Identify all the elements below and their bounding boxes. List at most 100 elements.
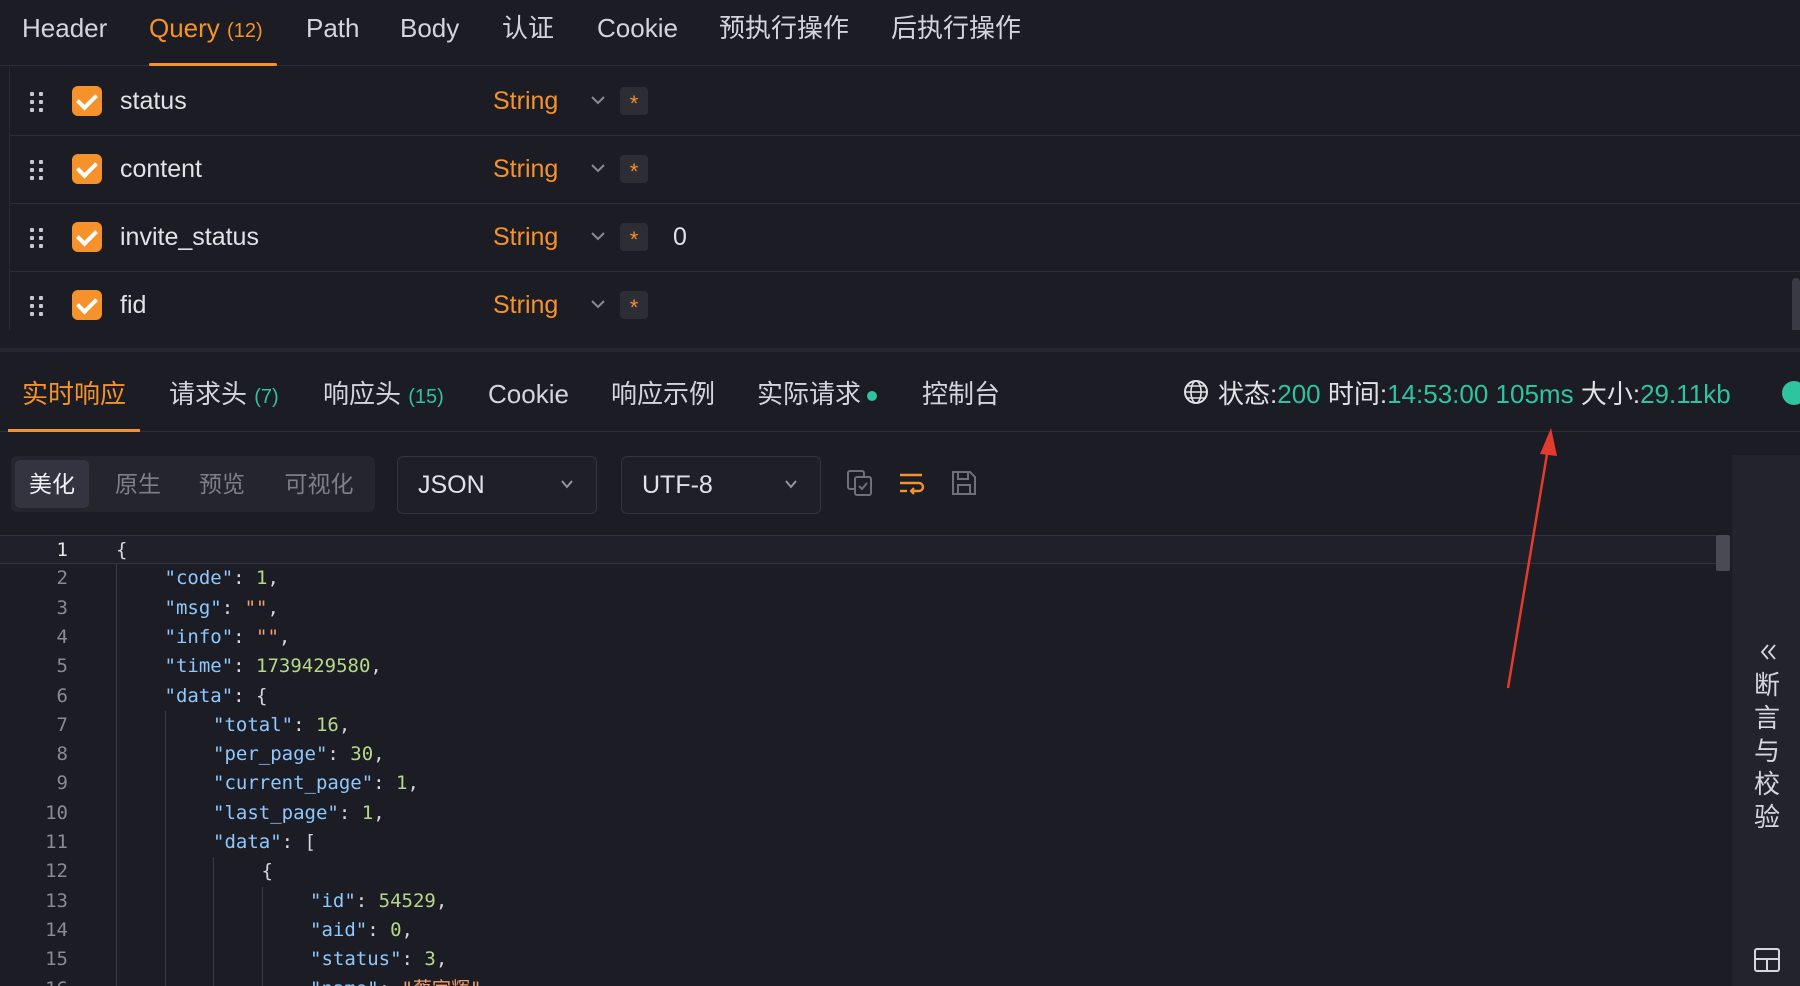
tab-realtime-label: 实时响应 xyxy=(22,379,127,409)
tab-query[interactable]: Query (12) xyxy=(149,0,277,66)
tab-post-exec-label: 后执行操作 xyxy=(891,13,1022,43)
param-name[interactable]: fid xyxy=(120,272,146,330)
json-key: "current_page" xyxy=(213,772,374,795)
code-text: "time": 1739429580, xyxy=(164,655,382,678)
line-number: 12 xyxy=(45,860,68,883)
param-enabled-checkbox[interactable] xyxy=(72,154,102,184)
line-number: 3 xyxy=(56,596,68,619)
code-text: "last_page": 1, xyxy=(213,801,385,824)
json-value: "蔡宇辉" xyxy=(402,978,482,986)
tab-actual-request-label: 实际请求 xyxy=(757,379,862,409)
chevron-down-icon[interactable] xyxy=(588,158,608,178)
required-toggle[interactable]: * xyxy=(620,291,648,320)
tab-request-headers-label: 请求头 xyxy=(169,379,248,409)
editor-scrollbar[interactable] xyxy=(1716,535,1730,571)
double-chevron-left-icon[interactable] xyxy=(1758,641,1780,663)
tab-header[interactable]: Header xyxy=(22,0,107,66)
param-type[interactable]: String xyxy=(493,204,558,270)
param-row: invite_status String * 0 xyxy=(10,204,1800,272)
param-row: content String * xyxy=(10,136,1800,204)
copy-icon[interactable] xyxy=(845,468,875,498)
param-name[interactable]: content xyxy=(120,136,202,202)
tab-pre-exec-label: 预执行操作 xyxy=(719,13,850,43)
view-visual-button[interactable]: 可视化 xyxy=(269,460,369,508)
indent-guide xyxy=(213,857,214,986)
tab-response-headers-count: (15) xyxy=(408,386,444,408)
chevron-down-icon[interactable] xyxy=(588,90,608,110)
param-row: fid String * xyxy=(10,272,1800,330)
tab-response-headers[interactable]: 响应头 (15) xyxy=(323,352,444,432)
indent-guide xyxy=(116,564,117,986)
drag-handle-icon[interactable] xyxy=(30,228,44,248)
save-icon[interactable] xyxy=(949,468,979,498)
line-number: 7 xyxy=(56,713,68,736)
json-punctuation: , xyxy=(435,889,448,912)
tab-response-cookie[interactable]: Cookie xyxy=(488,352,569,432)
tab-request-headers[interactable]: 请求头 (7) xyxy=(169,352,279,432)
param-type[interactable]: String xyxy=(493,272,558,330)
required-toggle[interactable]: * xyxy=(620,223,648,252)
chevron-down-icon xyxy=(561,480,573,489)
tab-body[interactable]: Body xyxy=(400,0,459,66)
view-raw-button[interactable]: 原生 xyxy=(101,460,175,508)
line-number: 2 xyxy=(56,567,68,590)
indent-guide xyxy=(165,710,166,986)
json-value: 30 xyxy=(350,743,374,766)
json-punctuation: , xyxy=(407,772,419,795)
tab-post-exec[interactable]: 后执行操作 xyxy=(891,0,1021,66)
param-type[interactable]: String xyxy=(493,68,558,134)
word-wrap-icon[interactable] xyxy=(897,468,927,498)
format-select[interactable]: JSON xyxy=(397,456,597,514)
tab-auth[interactable]: 认证 xyxy=(502,0,554,66)
json-key: "per_page" xyxy=(213,743,328,766)
param-enabled-checkbox[interactable] xyxy=(72,222,102,252)
tab-pre-exec[interactable]: 预执行操作 xyxy=(719,0,849,66)
response-status-summary: 状态:200 时间:14:53:00 105ms 大小:29.11kb xyxy=(1218,352,1731,432)
view-preview-button[interactable]: 预览 xyxy=(185,460,259,508)
assertion-panel[interactable]: 断言与校验 xyxy=(1732,455,1800,986)
json-punctuation: , xyxy=(373,743,385,766)
line-number: 10 xyxy=(45,801,68,824)
tab-console[interactable]: 控制台 xyxy=(922,352,1000,432)
drag-handle-icon[interactable] xyxy=(30,92,44,112)
required-toggle[interactable]: * xyxy=(620,155,648,184)
response-code-editor[interactable]: 1{2 "code": 1, 3 "msg": "", 4 "info": "", 5 "ti… xyxy=(0,535,1732,986)
params-scrollbar[interactable] xyxy=(1792,278,1800,330)
tab-body-label: Body xyxy=(400,13,460,43)
tab-header-label: Header xyxy=(22,13,108,43)
chevron-down-icon[interactable] xyxy=(588,294,608,314)
assertion-panel-label[interactable]: 断言与校验 xyxy=(1752,669,1782,834)
param-name[interactable]: invite_status xyxy=(120,204,259,270)
param-enabled-checkbox[interactable] xyxy=(72,86,102,116)
line-number: 4 xyxy=(56,625,68,648)
line-number: 9 xyxy=(56,772,68,795)
json-punctuation: , xyxy=(267,596,279,619)
param-row: status String * xyxy=(10,68,1800,136)
param-name[interactable]: status xyxy=(120,68,187,134)
tab-response-example[interactable]: 响应示例 xyxy=(611,352,715,432)
json-value: 1 xyxy=(396,772,408,795)
drag-handle-icon[interactable] xyxy=(30,296,44,316)
chevron-down-icon[interactable] xyxy=(588,226,608,246)
code-line: 2 "code": 1, xyxy=(0,564,1718,593)
tab-cookie[interactable]: Cookie xyxy=(597,0,678,66)
tab-realtime-response[interactable]: 实时响应 xyxy=(7,352,141,432)
required-toggle[interactable]: * xyxy=(620,87,648,116)
time-label: 时间: xyxy=(1327,379,1388,409)
tab-actual-request[interactable]: 实际请求 xyxy=(757,352,878,432)
param-type[interactable]: String xyxy=(493,136,558,202)
tab-path[interactable]: Path xyxy=(306,0,360,66)
view-pretty-button[interactable]: 美化 xyxy=(15,460,89,508)
layout-icon[interactable] xyxy=(1753,947,1781,973)
json-punctuation: , xyxy=(338,713,351,736)
param-value[interactable]: 0 xyxy=(673,204,687,270)
line-number: 16 xyxy=(0,975,68,986)
response-time: 14:53:00 xyxy=(1387,379,1489,409)
drag-handle-icon[interactable] xyxy=(30,160,44,180)
json-key: "data" xyxy=(164,684,234,707)
json-key: "last_page" xyxy=(213,801,339,824)
code-text: "status": 3, xyxy=(310,948,448,971)
encoding-select[interactable]: UTF-8 xyxy=(621,456,821,514)
json-value: 1 xyxy=(256,567,268,590)
param-enabled-checkbox[interactable] xyxy=(72,290,102,320)
